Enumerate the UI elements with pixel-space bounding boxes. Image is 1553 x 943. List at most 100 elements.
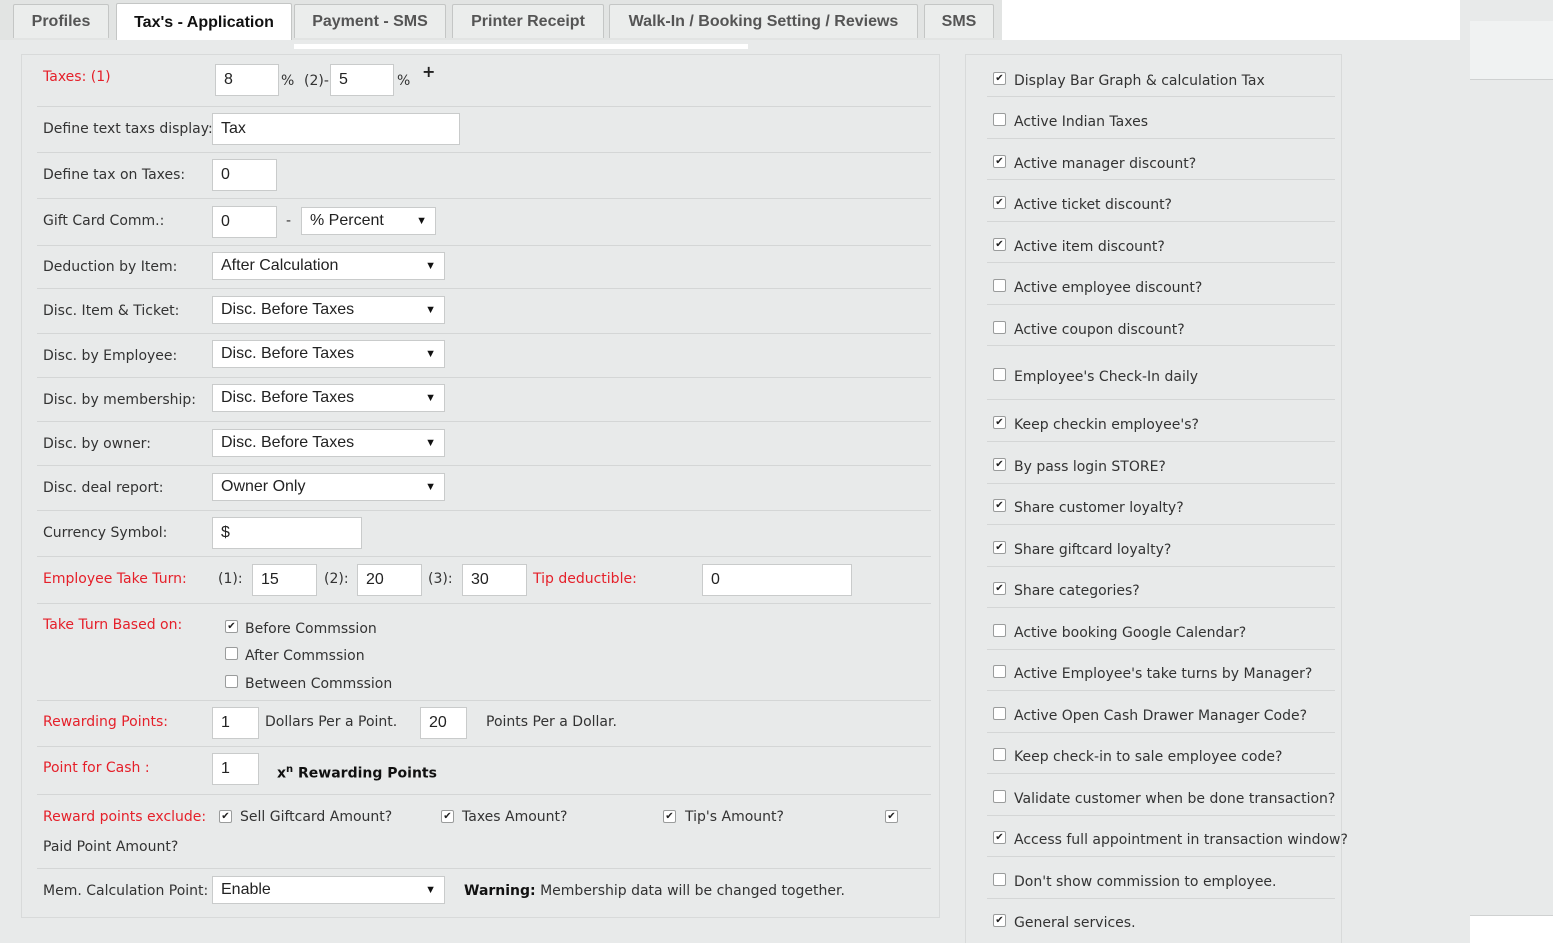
opt-ticket-discount-checkbox[interactable] xyxy=(993,196,1006,209)
opt-validate-customer-label: Validate customer when be done transacti… xyxy=(1014,791,1336,807)
tip-deductible-input[interactable]: 0 xyxy=(702,564,852,596)
exclude-paid-point-checkbox[interactable] xyxy=(885,810,898,823)
disc-by-owner-select[interactable]: Disc. Before Taxes ▼ xyxy=(212,429,445,457)
row-divider xyxy=(987,96,1335,97)
row-divider xyxy=(987,732,1335,733)
opt-hide-commission-checkbox[interactable] xyxy=(993,873,1006,886)
row-divider xyxy=(37,700,931,701)
points-per-dollar-input[interactable]: 20 xyxy=(420,707,467,739)
opt-manager-discount-checkbox[interactable] xyxy=(993,155,1006,168)
between-commission-checkbox[interactable] xyxy=(225,675,238,688)
opt-share-categories-label: Share categories? xyxy=(1014,583,1140,599)
tax1-input[interactable]: 8 xyxy=(215,64,279,96)
exclude-sell-giftcard-checkbox[interactable] xyxy=(219,810,232,823)
opt-keep-checkin-sale-code-checkbox[interactable] xyxy=(993,748,1006,761)
disc-by-employee-label: Disc. by Employee: xyxy=(43,348,178,364)
disc-item-ticket-label: Disc. Item & Ticket: xyxy=(43,303,180,319)
opt-cash-drawer-manager-code-checkbox[interactable] xyxy=(993,707,1006,720)
opt-full-appointment-label: Access full appointment in transaction w… xyxy=(1014,832,1348,848)
opt-share-customer-loyalty-label: Share customer loyalty? xyxy=(1014,500,1184,516)
reward-points-exclude-label: Reward points exclude: xyxy=(43,809,207,825)
deduction-by-item-label: Deduction by Item: xyxy=(43,259,178,275)
opt-keep-checkin-employee-label: Keep checkin employee's? xyxy=(1014,417,1199,433)
point-for-cash-input[interactable]: 1 xyxy=(212,753,259,785)
opt-full-appointment-checkbox[interactable] xyxy=(993,831,1006,844)
tab-taxs-application[interactable]: Tax's - Application xyxy=(116,3,292,41)
opt-coupon-discount-checkbox[interactable] xyxy=(993,321,1006,334)
opt-share-categories-checkbox[interactable] xyxy=(993,582,1006,595)
opt-general-services-checkbox[interactable] xyxy=(993,914,1006,927)
opt-keep-checkin-employee-checkbox[interactable] xyxy=(993,416,1006,429)
opt-bypass-login-store-checkbox[interactable] xyxy=(993,458,1006,471)
exclude-sell-giftcard-label: Sell Giftcard Amount? xyxy=(240,809,393,825)
select-value: Disc. Before Taxes xyxy=(221,345,355,362)
chevron-down-icon: ▼ xyxy=(425,437,436,449)
disc-item-ticket-select[interactable]: Disc. Before Taxes ▼ xyxy=(212,296,445,324)
chevron-down-icon: ▼ xyxy=(425,392,436,404)
opt-take-turns-by-manager-checkbox[interactable] xyxy=(993,665,1006,678)
exclude-tips-checkbox[interactable] xyxy=(663,810,676,823)
chevron-down-icon: ▼ xyxy=(425,481,436,493)
multiplier-x: x xyxy=(277,765,287,782)
row-divider xyxy=(987,483,1335,484)
opt-display-bar-graph-checkbox[interactable] xyxy=(993,72,1006,85)
take-turn-3-input[interactable]: 30 xyxy=(462,564,527,596)
row-divider xyxy=(37,333,931,334)
opt-employee-discount-checkbox[interactable] xyxy=(993,279,1006,292)
take-turn-2-input[interactable]: 20 xyxy=(357,564,422,596)
tab-sms[interactable]: SMS xyxy=(924,4,994,38)
row-divider xyxy=(987,898,1335,899)
row-divider xyxy=(987,773,1335,774)
tab-payment-sms[interactable]: Payment - SMS xyxy=(294,4,446,38)
row-divider xyxy=(37,152,931,153)
employee-take-turn-label: Employee Take Turn: xyxy=(43,571,187,587)
disc-by-employee-select[interactable]: Disc. Before Taxes ▼ xyxy=(212,340,445,368)
select-value: Owner Only xyxy=(221,478,306,495)
exclude-taxes-checkbox[interactable] xyxy=(441,810,454,823)
opt-google-calendar-label: Active booking Google Calendar? xyxy=(1014,625,1247,641)
gift-card-comm-type-select[interactable]: % Percent ▼ xyxy=(301,207,436,235)
after-commission-checkbox[interactable] xyxy=(225,647,238,660)
before-commission-checkbox[interactable] xyxy=(225,620,238,633)
deduction-by-item-select[interactable]: After Calculation ▼ xyxy=(212,252,445,280)
select-value: Enable xyxy=(221,881,271,898)
tab-walkin-booking-reviews[interactable]: Walk-In / Booking Setting / Reviews xyxy=(609,4,918,38)
mem-calculation-point-select[interactable]: Enable ▼ xyxy=(212,876,445,904)
row-divider xyxy=(37,106,931,107)
dollars-per-point-input[interactable]: 1 xyxy=(212,707,259,739)
take-turn-1-input[interactable]: 15 xyxy=(252,564,317,596)
opt-item-discount-checkbox[interactable] xyxy=(993,238,1006,251)
currency-symbol-input[interactable]: $ xyxy=(212,517,362,549)
opt-active-indian-taxes-checkbox[interactable] xyxy=(993,113,1006,126)
gift-card-comm-input[interactable]: 0 xyxy=(212,206,277,238)
opt-active-indian-taxes-label: Active Indian Taxes xyxy=(1014,114,1149,130)
tax-on-taxes-label: Define tax on Taxes: xyxy=(43,167,186,183)
chevron-down-icon: ▼ xyxy=(416,215,427,227)
text-taxs-display-input[interactable]: Tax xyxy=(212,113,460,145)
opt-validate-customer-checkbox[interactable] xyxy=(993,790,1006,803)
opt-display-bar-graph-label: Display Bar Graph & calculation Tax xyxy=(1014,73,1265,89)
opt-share-giftcard-loyalty-label: Share giftcard loyalty? xyxy=(1014,542,1172,558)
tab-profiles[interactable]: Profiles xyxy=(13,4,109,38)
select-value: Disc. Before Taxes xyxy=(221,389,355,406)
opt-general-services-label: General services. xyxy=(1014,915,1136,931)
tax-on-taxes-input[interactable]: 0 xyxy=(212,159,277,191)
select-value: Disc. Before Taxes xyxy=(221,301,355,318)
right-gutter-header xyxy=(1470,21,1553,80)
disc-deal-report-select[interactable]: Owner Only ▼ xyxy=(212,473,445,501)
opt-share-customer-loyalty-checkbox[interactable] xyxy=(993,499,1006,512)
opt-employee-discount-label: Active employee discount? xyxy=(1014,280,1203,296)
add-tax-icon[interactable]: + xyxy=(422,62,435,81)
tab-printer-receipt[interactable]: Printer Receipt xyxy=(452,4,604,38)
disc-by-membership-select[interactable]: Disc. Before Taxes ▼ xyxy=(212,384,445,412)
opt-hide-commission-label: Don't show commission to employee. xyxy=(1014,874,1277,890)
opt-employee-checkin-daily-checkbox[interactable] xyxy=(993,368,1006,381)
opt-bypass-login-store-label: By pass login STORE? xyxy=(1014,459,1166,475)
opt-share-giftcard-loyalty-checkbox[interactable] xyxy=(993,541,1006,554)
disc-by-membership-label: Disc. by membership: xyxy=(43,392,196,408)
row-divider xyxy=(37,288,931,289)
tax2-input[interactable]: 5 xyxy=(330,64,394,96)
row-divider xyxy=(987,566,1335,567)
row-divider xyxy=(987,690,1335,691)
opt-google-calendar-checkbox[interactable] xyxy=(993,624,1006,637)
